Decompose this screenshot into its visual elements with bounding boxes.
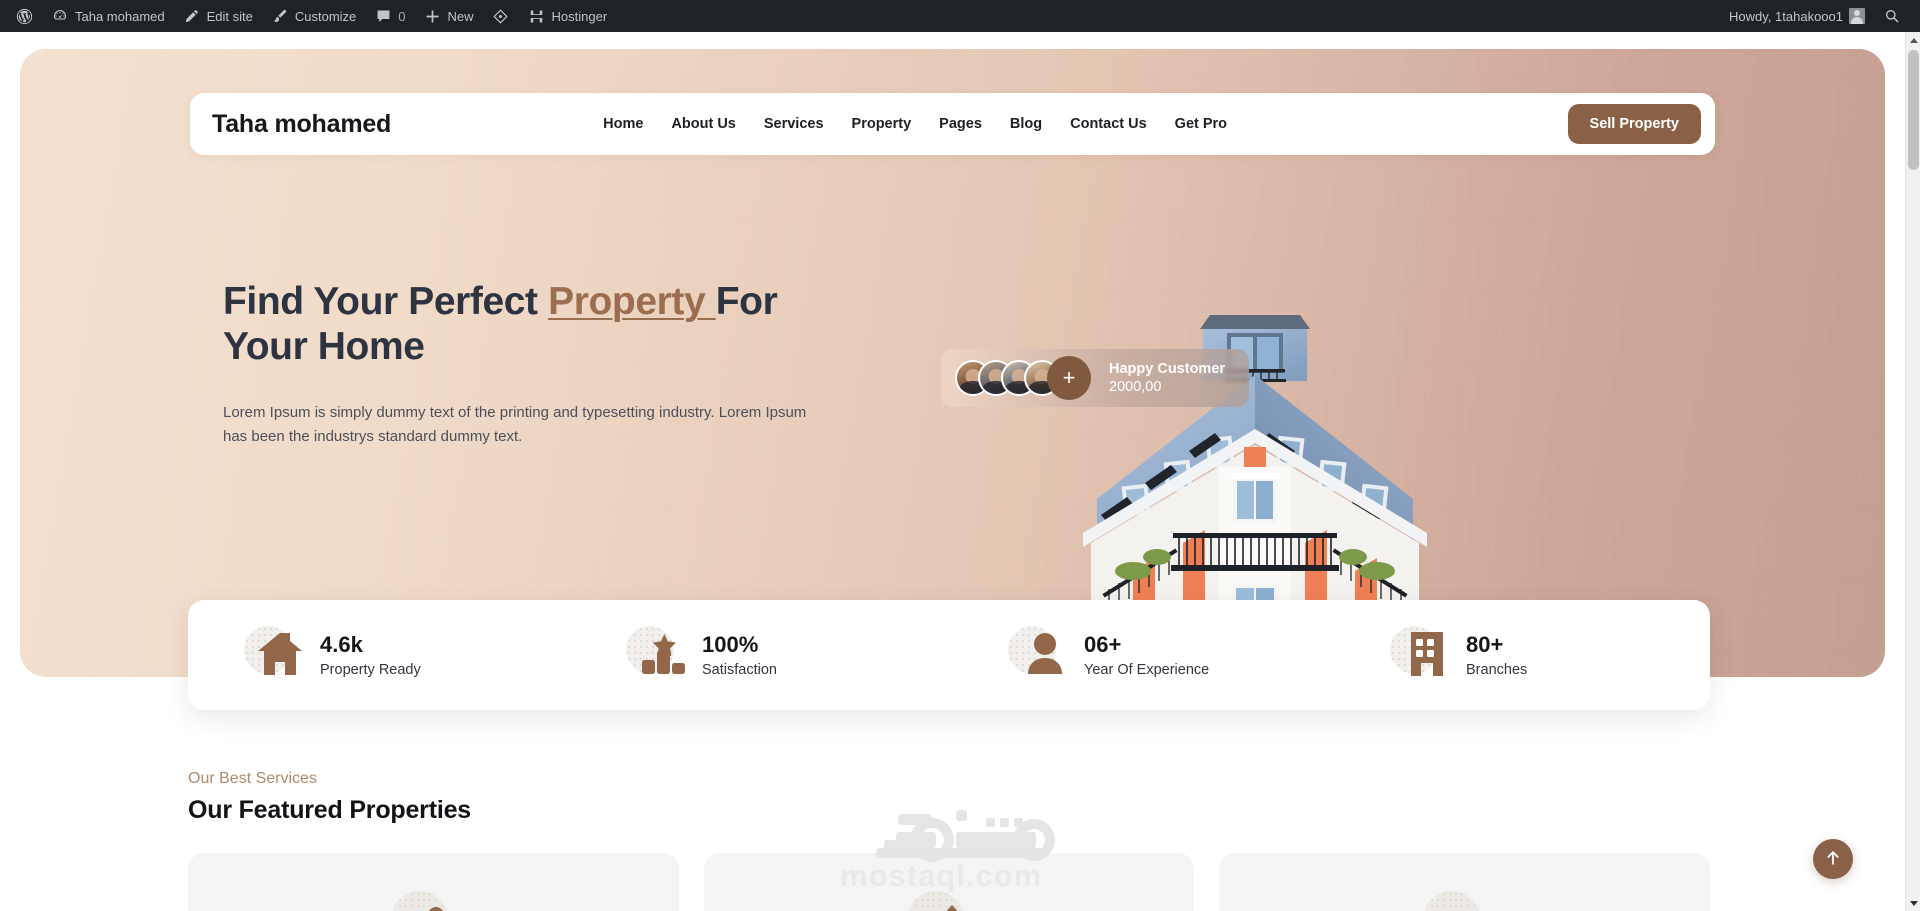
wordpress-logo-icon <box>15 7 33 25</box>
happy-customer-text: Happy Customer 2000,00 <box>1109 360 1225 397</box>
scrollbar-down-arrow-icon[interactable] <box>1906 895 1920 911</box>
happy-customer-badge: + Happy Customer 2000,00 <box>941 349 1249 407</box>
stat-text: 4.6k Property Ready <box>320 632 421 678</box>
wp-admin-bar: Taha mohamed Edit site Customize 0 New H… <box>0 0 1920 32</box>
section-eyebrow: Our Best Services <box>188 770 317 787</box>
stat-number: 4.6k <box>320 631 363 657</box>
admin-bar-edit-site[interactable]: Edit site <box>174 0 262 32</box>
comment-bubble-icon <box>374 7 392 25</box>
admin-bar-edit-site-label: Edit site <box>206 8 253 24</box>
paintbrush-icon <box>271 7 289 25</box>
more-customers-plus-icon: + <box>1047 356 1091 400</box>
stat-label: Property Ready <box>320 662 421 679</box>
site-canvas: Taha mohamed Home About Us Services Prop… <box>0 32 1905 911</box>
stat-label: Year Of Experience <box>1084 662 1210 679</box>
hostinger-icon <box>528 7 546 25</box>
hero-title-accent: Property <box>548 280 716 323</box>
property-card-grid <box>188 853 1711 911</box>
admin-bar-hostinger[interactable]: Hostinger <box>519 0 617 32</box>
property-card[interactable] <box>1219 853 1711 911</box>
happy-customer-title: Happy Customer <box>1109 360 1226 377</box>
nav-item-pages[interactable]: Pages <box>939 116 982 132</box>
diamond-icon <box>492 7 510 25</box>
arrow-up-icon <box>1824 849 1842 870</box>
search-icon <box>1883 7 1901 25</box>
admin-bar-comment-count: 0 <box>398 8 406 24</box>
site-brand[interactable]: Taha mohamed <box>212 110 391 139</box>
stat-number: 100% <box>702 631 759 657</box>
admin-bar-new-content[interactable]: New <box>415 0 483 32</box>
scrollbar-thumb[interactable] <box>1908 50 1919 170</box>
property-card[interactable] <box>188 853 679 911</box>
hero-copy: Find Your Perfect Property For Your Home… <box>223 279 823 448</box>
nav-item-blog[interactable]: Blog <box>1010 116 1042 132</box>
admin-bar-right-group: Howdy, 1tahakooo1 <box>1720 0 1920 32</box>
admin-bar-site-name-label: Taha mohamed <box>75 8 165 24</box>
avatar <box>1849 8 1865 24</box>
sell-property-button[interactable]: Sell Property <box>1567 104 1701 144</box>
scroll-to-top-button[interactable] <box>1813 839 1853 879</box>
stat-label: Satisfaction <box>702 662 777 679</box>
home-outline-icon <box>903 891 995 911</box>
nav-item-home[interactable]: Home <box>603 116 643 132</box>
admin-bar-new-label: New <box>447 8 474 24</box>
admin-bar-hostinger-label: Hostinger <box>551 8 608 24</box>
nav-item-contact-us[interactable]: Contact Us <box>1070 116 1147 132</box>
plus-icon <box>424 7 442 25</box>
stat-year-of-experience: 06+ Year Of Experience <box>946 624 1328 686</box>
primary-navigation: Home About Us Services Property Pages Bl… <box>603 116 1227 132</box>
building-icon <box>1390 624 1452 686</box>
stat-satisfaction: 100% Satisfaction <box>564 624 946 686</box>
admin-bar-plugin-badge[interactable] <box>483 0 519 32</box>
star-chart-icon <box>626 624 688 686</box>
stat-text: 100% Satisfaction <box>702 632 777 678</box>
stat-property-ready: 4.6k Property Ready <box>188 624 564 686</box>
admin-bar-customize-label: Customize <box>294 8 357 24</box>
admin-bar-wp-logo[interactable] <box>6 0 42 32</box>
page-scrollbar[interactable] <box>1905 32 1920 911</box>
admin-bar-howdy-label: Howdy, 1tahakooo1 <box>1729 8 1843 24</box>
customer-avatar-group: + <box>955 356 1091 400</box>
hero-title: Find Your Perfect Property For Your Home <box>223 279 823 369</box>
house-icon <box>244 624 306 686</box>
key-handover-icon <box>387 891 479 911</box>
admin-bar-site-name[interactable]: Taha mohamed <box>42 0 174 32</box>
stat-number: 80+ <box>1466 631 1504 657</box>
hero-section: Taha mohamed Home About Us Services Prop… <box>20 49 1885 677</box>
stat-branches: 80+ Branches <box>1328 624 1710 686</box>
stat-number: 06+ <box>1084 631 1122 657</box>
pin-icon <box>183 7 201 25</box>
happy-customer-value: 2000,00 <box>1109 378 1162 395</box>
hero-paragraph: Lorem Ipsum is simply dummy text of the … <box>223 404 807 445</box>
dashboard-icon <box>51 7 69 25</box>
stat-label: Branches <box>1466 662 1528 679</box>
nav-item-get-pro[interactable]: Get Pro <box>1175 116 1227 132</box>
person-icon <box>1008 624 1070 686</box>
admin-bar-search[interactable] <box>1874 0 1910 32</box>
admin-bar-left-group: Taha mohamed Edit site Customize 0 New H… <box>0 0 616 32</box>
mountain-home-icon <box>1419 891 1511 911</box>
nav-item-about-us[interactable]: About Us <box>671 116 735 132</box>
scrollbar-up-arrow-icon[interactable] <box>1906 32 1920 48</box>
admin-bar-my-account[interactable]: Howdy, 1tahakooo1 <box>1720 0 1874 32</box>
stats-bar: 4.6k Property Ready 100% Satisfaction 06… <box>188 600 1710 710</box>
nav-item-property[interactable]: Property <box>852 116 912 132</box>
stat-text: 80+ Branches <box>1466 632 1527 678</box>
section-title: Our Featured Properties <box>188 796 471 824</box>
admin-bar-customize[interactable]: Customize <box>262 0 365 32</box>
site-header: Taha mohamed Home About Us Services Prop… <box>190 93 1715 155</box>
property-card[interactable] <box>703 853 1195 911</box>
admin-bar-comments[interactable]: 0 <box>365 0 414 32</box>
hero-title-part1: Find Your Perfect <box>223 280 549 323</box>
nav-item-services[interactable]: Services <box>764 116 824 132</box>
stat-text: 06+ Year Of Experience <box>1084 632 1209 678</box>
